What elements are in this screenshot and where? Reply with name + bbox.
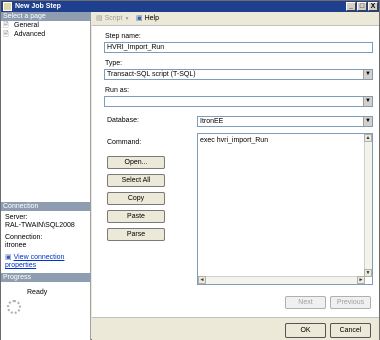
view-connection-properties[interactable]: ▣ View connection properties [5,254,90,270]
horizontal-scrollbar[interactable]: ◄ ► [198,276,365,284]
command-label: Command: [107,139,142,146]
previous-button[interactable]: Previous [330,296,371,309]
run-as-label: Run as: [105,87,130,94]
database-label: Database: [107,117,139,124]
connection-value: itronee [5,242,27,249]
help-icon: ▣ [136,15,143,22]
page-icon: 🗎 [3,31,9,38]
job-step-icon [3,2,12,11]
view-connection-properties-link[interactable]: View connection properties [5,254,64,269]
type-select-value: Transact-SQL script (T-SQL) [107,71,196,78]
new-job-step-window: New Job Step _ □ X Select a page 🗎 Gener… [0,0,380,340]
progress-status: Ready [27,289,48,296]
script-label: Script [104,15,123,22]
select-all-button[interactable]: Select All [107,174,165,187]
window-title: New Job Step [15,3,61,10]
step-name-input[interactable]: HVRI_Import_Run [104,42,373,53]
command-editor[interactable]: exec hvri_import_Run ▲ ▼ ◄ ► [197,133,373,285]
open-button[interactable]: Open... [107,156,165,169]
database-select-value: ItronEE [200,118,224,125]
select-page-header: Select a page [1,12,91,21]
paste-button[interactable]: Paste [107,210,165,223]
main-panel: ▤ Script ▼ ▣ Help Step name: HVRI_Import… [92,12,379,340]
page-item-label: Advanced [14,31,46,38]
vertical-scrollbar[interactable]: ▲ ▼ [364,134,372,277]
toolbar: ▤ Script ▼ ▣ Help [92,12,379,26]
chevron-down-icon[interactable]: ▼ [363,70,372,79]
type-label: Type: [105,60,123,67]
dialog-footer: OK Cancel [92,317,379,340]
script-icon: ▤ [96,15,103,22]
server-label: Server: [5,214,28,221]
scroll-left-arrow-icon[interactable]: ◄ [198,276,206,284]
help-label: Help [144,15,159,22]
page-item-advanced[interactable]: 🗎 Advanced [1,30,91,40]
progress-spinner-icon [7,300,21,314]
copy-button[interactable]: Copy [107,192,165,205]
command-text[interactable]: exec hvri_import_Run [200,136,268,145]
progress-header: Progress [1,273,91,282]
scroll-up-arrow-icon[interactable]: ▲ [364,134,372,142]
left-pane: Select a page 🗎 General 🗎 Advanced Conne… [1,12,91,340]
database-select[interactable]: ItronEE ▼ [197,116,373,127]
connection-header: Connection [1,202,91,211]
chevron-down-icon[interactable]: ▼ [363,97,372,106]
scroll-down-arrow-icon[interactable]: ▼ [364,269,372,277]
close-button[interactable]: X [368,2,378,11]
chevron-down-icon[interactable]: ▼ [363,117,372,126]
connection-label: Connection: [5,234,43,241]
type-select[interactable]: Transact-SQL script (T-SQL) ▼ [104,69,373,80]
ok-button[interactable]: OK [285,323,326,338]
script-dropdown-arrow[interactable]: ▼ [124,16,129,22]
scroll-right-arrow-icon[interactable]: ► [357,276,365,284]
step-name-label: Step name: [105,33,141,40]
cancel-button[interactable]: Cancel [330,323,371,338]
maximize-button[interactable]: □ [357,2,367,11]
minimize-button[interactable]: _ [346,2,356,11]
server-value: RAL-TWAIN\SQL2008 [5,222,75,229]
next-button[interactable]: Next [285,296,326,309]
script-button[interactable]: ▤ Script ▼ [96,14,129,24]
page-icon: 🗎 [3,22,9,29]
run-as-select[interactable]: ▼ [104,96,373,107]
title-bar: New Job Step _ □ X [1,1,379,12]
help-button[interactable]: ▣ Help [136,14,159,24]
parse-button[interactable]: Parse [107,228,165,241]
connection-properties-icon: ▣ [5,254,12,261]
